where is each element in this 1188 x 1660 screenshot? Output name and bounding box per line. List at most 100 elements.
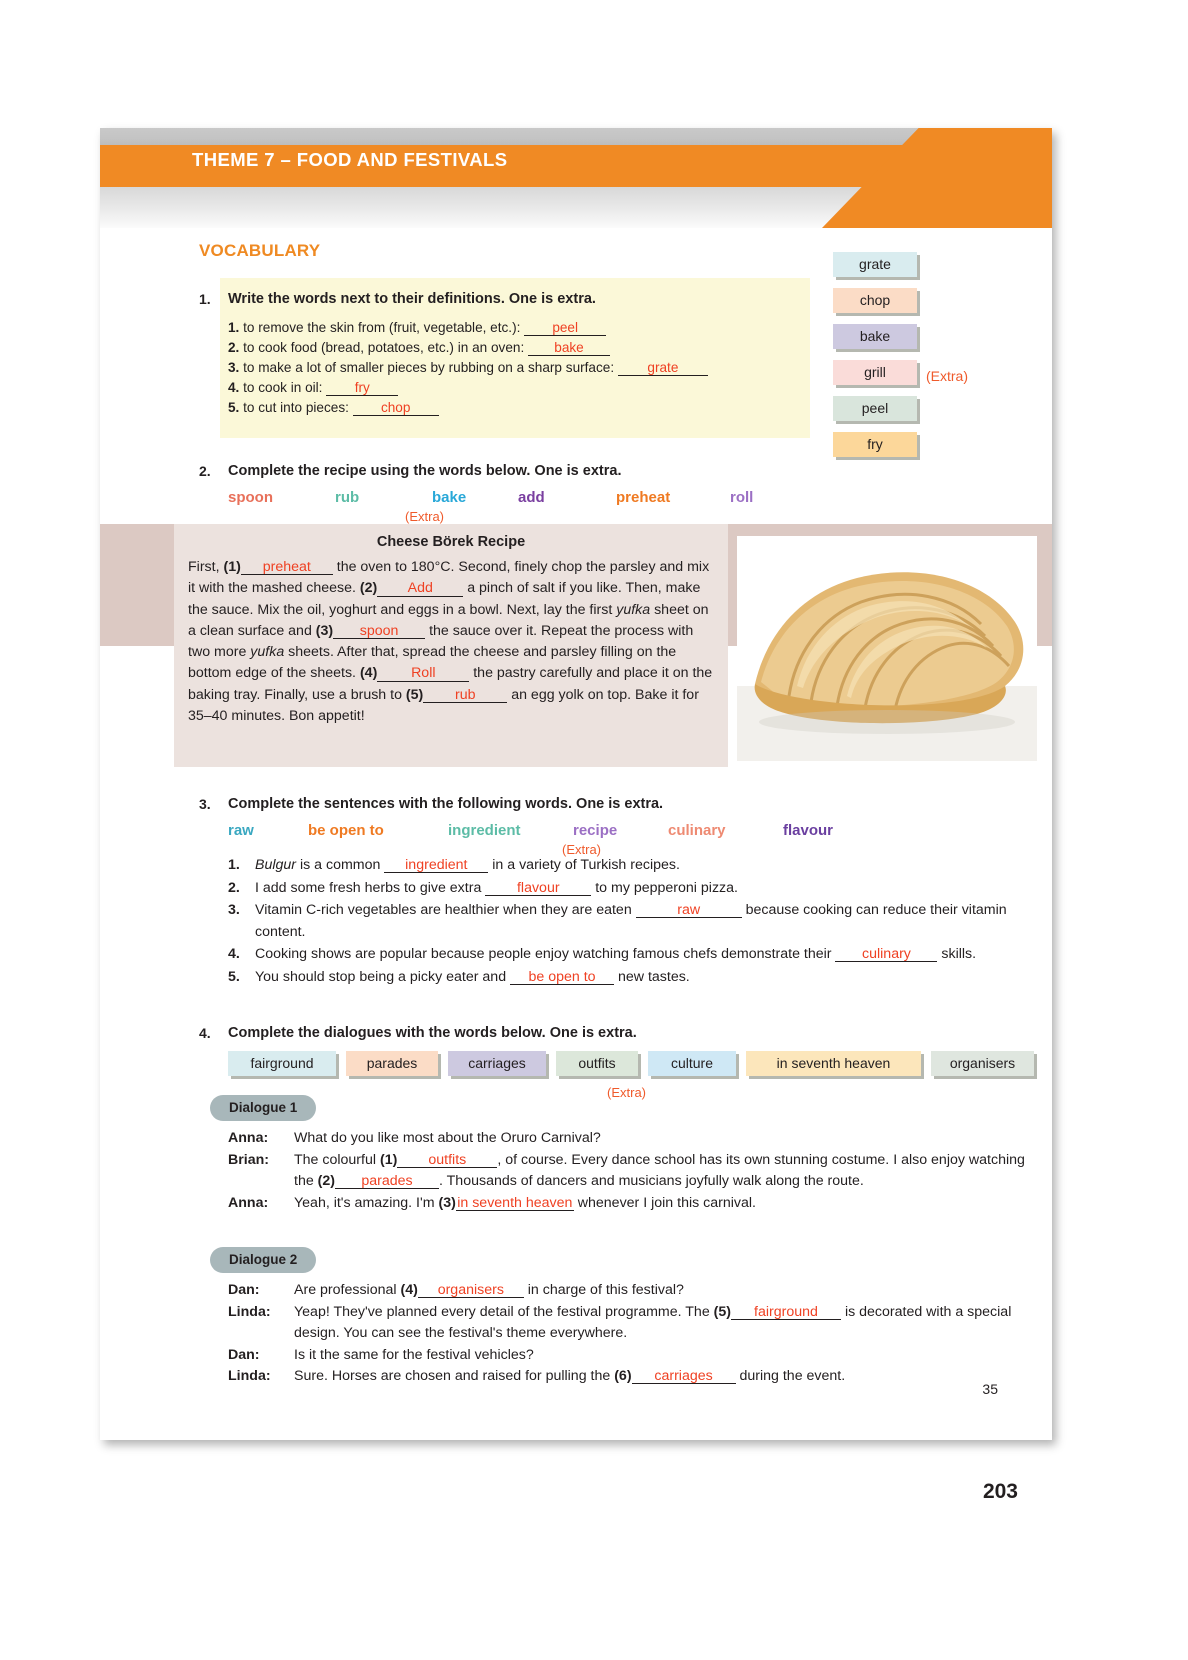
word-chip[interactable]: outfits [556, 1051, 638, 1076]
answer-blank[interactable]: ingredient [384, 858, 489, 874]
item-number: 3. [228, 902, 240, 918]
answer-blank[interactable]: raw [635, 903, 742, 919]
exercise-3-item: 1. Bulgur is a common ingredient in a var… [228, 855, 1018, 877]
word-chip[interactable]: grill [833, 360, 917, 385]
dialogue-line: Brian: The colourful (1) outfits, of cours… [228, 1151, 1025, 1190]
answer-blank[interactable]: Roll [377, 666, 470, 682]
speaker-label: Anna: [228, 1194, 269, 1211]
exercise-1-item: 3. to make a lot of smaller pieces by ru… [228, 358, 708, 378]
exercise-1-extra-label: (Extra) [926, 368, 968, 384]
word-chip[interactable]: chop [833, 288, 917, 313]
answer-blank[interactable]: fry [326, 381, 399, 396]
worksheet-page: THEME 7 – FOOD AND FESTIVALS VOCABULARY … [100, 128, 1052, 1440]
answer-blank[interactable]: be open to [510, 969, 615, 985]
book-page-number: 203 [982, 1480, 1018, 1503]
dialogue-line: Anna: What do you like most about the Oru… [228, 1128, 1028, 1150]
exercise-3-items: 1. Bulgur is a common ingredient in a var… [228, 855, 1018, 989]
word-chip[interactable]: peel [833, 396, 917, 421]
exercise-3-item: 4. Cooking shows are popular because peop… [228, 944, 1018, 966]
speaker-label: Brian: [228, 1151, 269, 1168]
exercise-3-wordbank: raw be open to ingredient recipe culinary fla… [228, 822, 928, 844]
exercise-1-prompt: Write the words next to their definition… [228, 291, 596, 307]
wordbank-word[interactable]: bake [432, 489, 466, 506]
wordbank-word[interactable]: preheat [616, 489, 670, 506]
answer-blank[interactable]: culinary [835, 947, 938, 963]
answer-blank[interactable]: chop [352, 401, 439, 416]
wordbank-word[interactable]: add [518, 489, 545, 506]
answer-blank[interactable]: grate [617, 361, 708, 376]
answer-blank[interactable]: Add [377, 581, 464, 597]
answer-blank[interactable]: flavour [485, 880, 592, 896]
wordbank-word[interactable]: flavour [783, 822, 833, 839]
wordbank-word[interactable]: recipe [573, 822, 617, 839]
word-chip[interactable]: carriages [448, 1051, 546, 1076]
exercise-1-number: 1. [199, 291, 211, 307]
exercise-1-item: 1. to remove the skin from (fruit, veget… [228, 318, 708, 338]
exercise-1-item: 2. to cook food (bread, potatoes, etc.) … [228, 338, 708, 358]
answer-blank[interactable]: fairground [731, 1304, 841, 1320]
wordbank-word[interactable]: culinary [668, 822, 726, 839]
word-chip[interactable]: fairground [228, 1051, 336, 1076]
word-chip[interactable]: in seventh heaven [746, 1051, 921, 1076]
word-chip[interactable]: organisers [931, 1051, 1034, 1076]
exercise-2-wordbank: spoon rub bake add preheat roll [228, 489, 868, 511]
exercise-4-prompt: Complete the dialogues with the words be… [228, 1025, 637, 1041]
exercise-1-item: 4. to cook in oil: fry [228, 378, 708, 398]
speaker-label: Dan: [228, 1346, 260, 1363]
dialogue-line: Dan: Is it the same for the festival vehi… [228, 1345, 1028, 1367]
exercise-1-word-chips: grate chop bake grill peel fry [833, 252, 917, 468]
exercise-2-extra-label: (Extra) [405, 509, 444, 524]
wordbank-word[interactable]: ingredient [448, 822, 521, 839]
exercise-3-prompt: Complete the sentences with the followin… [228, 796, 664, 812]
exercise-1-item: 5. to cut into pieces: chop [228, 398, 708, 418]
answer-blank[interactable]: in seventh heaven [455, 1195, 574, 1211]
wordbank-word[interactable]: be open to [308, 822, 384, 839]
wordbank-word[interactable]: rub [335, 489, 359, 506]
answer-blank[interactable]: spoon [333, 624, 426, 640]
word-chip[interactable]: fry [833, 432, 917, 457]
dialogue-1-lines: Anna: What do you like most about the Oru… [228, 1128, 1028, 1214]
answer-blank[interactable]: peel [524, 321, 607, 336]
theme-banner: THEME 7 – FOOD AND FESTIVALS [100, 128, 1052, 228]
exercise-4-number: 4. [199, 1025, 211, 1041]
answer-blank[interactable]: preheat [240, 560, 333, 576]
exercise-3-number: 3. [199, 796, 211, 812]
wordbank-word[interactable]: raw [228, 822, 254, 839]
dialogue-line: Anna: Yeah, it's amazing. I'm (3)in seven… [228, 1193, 1028, 1215]
recipe-text: First, (1) preheat the oven to 180°C. Sec… [188, 559, 713, 725]
item-number: 4. [228, 946, 240, 962]
item-number: 2. [228, 879, 240, 896]
wordbank-word[interactable]: roll [730, 489, 753, 506]
word-chip[interactable]: bake [833, 324, 917, 349]
answer-blank[interactable]: organisers [417, 1283, 524, 1299]
speaker-label: Anna: [228, 1130, 269, 1146]
exercise-4-word-chips: fairground parades carriages outfits culture… [228, 1051, 1044, 1076]
exercise-3-item: 5. You should stop being a picky eater an… [228, 967, 1018, 989]
dialogue-line: Dan: Are professional (4) organisers in ch… [228, 1280, 1028, 1302]
exercise-3-item: 2. I add some fresh herbs to give extra f… [228, 878, 1018, 900]
recipe-title: Cheese Börek Recipe [376, 534, 526, 550]
cheese-borek-photo [737, 536, 1037, 761]
item-number: 1. [228, 857, 240, 873]
dialogue-2-pill: Dialogue 2 [210, 1247, 317, 1273]
section-heading: VOCABULARY [199, 241, 321, 260]
dialogue-2-lines: Dan: Are professional (4) organisers in ch… [228, 1280, 1028, 1388]
word-chip[interactable]: parades [346, 1051, 438, 1076]
exercise-2-number: 2. [199, 463, 211, 479]
answer-blank[interactable]: outfits [397, 1152, 498, 1168]
wordbank-word[interactable]: spoon [228, 489, 273, 506]
item-number: 5. [228, 968, 240, 985]
word-chip[interactable]: culture [648, 1051, 736, 1076]
exercise-4-extra-label: (Extra) [607, 1085, 646, 1100]
exercise-1-items: 1. to remove the skin from (fruit, veget… [228, 318, 708, 418]
sheet-page-number: 35 [982, 1381, 998, 1397]
word-chip[interactable]: grate [833, 252, 917, 277]
exercise-2-prompt: Complete the recipe using the words belo… [228, 463, 622, 479]
dialogue-line: Linda: Yeap! They've planned every detail… [228, 1303, 1012, 1342]
answer-blank[interactable]: bake [528, 341, 611, 356]
answer-blank[interactable]: parades [335, 1174, 440, 1190]
answer-blank[interactable]: rub [423, 688, 508, 703]
dialogue-1-pill: Dialogue 1 [210, 1095, 317, 1121]
exercise-3-item: 3. Vitamin C-rich vegetables are healthie… [228, 902, 1007, 940]
speaker-label: Dan: [228, 1282, 260, 1298]
